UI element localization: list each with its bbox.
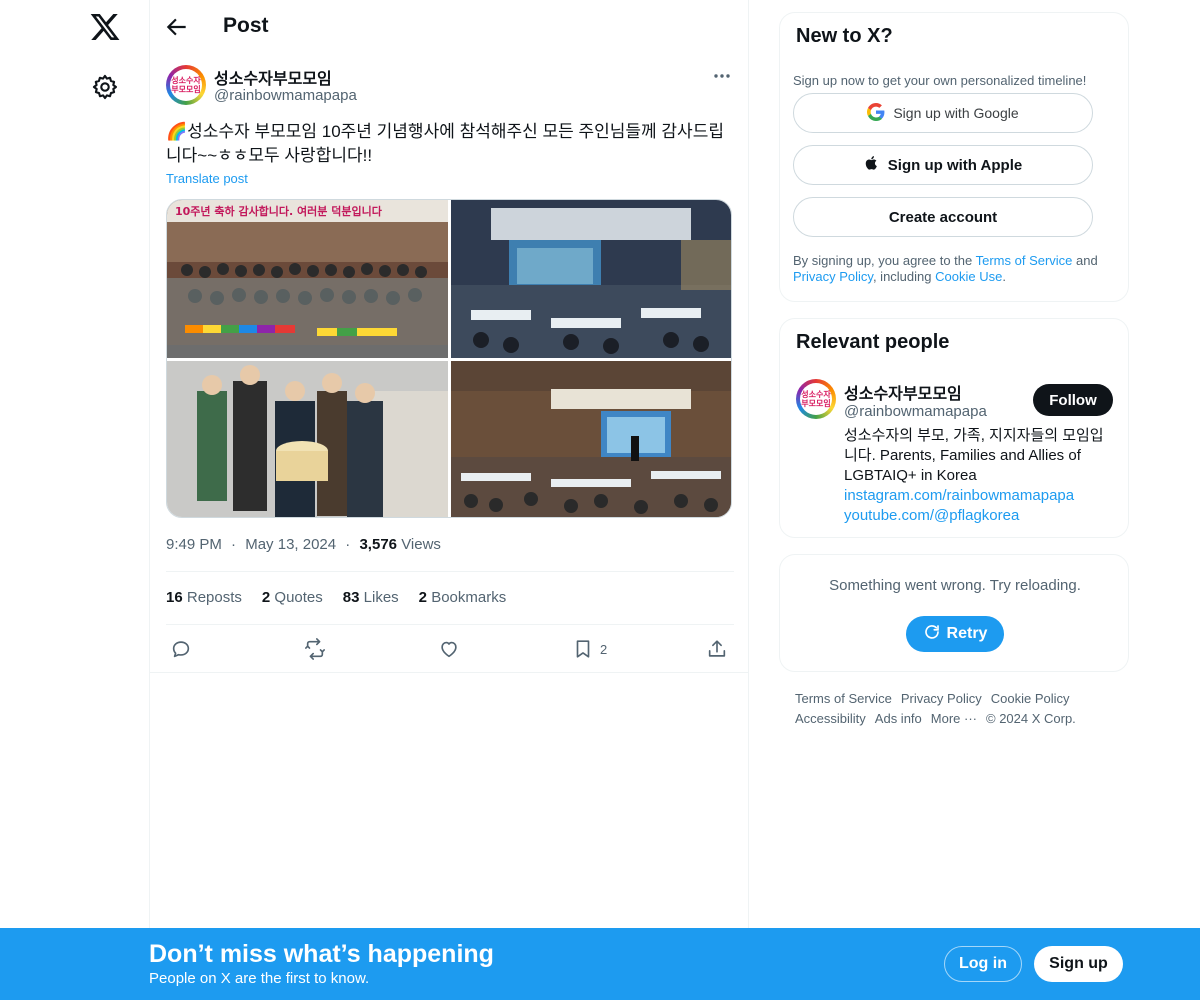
more-options-icon[interactable] — [710, 66, 734, 86]
gear-icon[interactable] — [91, 73, 119, 101]
signup-banner: Don’t miss what’s happening People on X … — [0, 928, 1200, 1000]
footer-ads-info[interactable]: Ads info — [875, 711, 922, 726]
views-label: Views — [401, 536, 441, 553]
person-name[interactable]: 성소수자부모모임 — [844, 380, 962, 404]
bookmarks-stat[interactable]: 2 Bookmarks — [419, 589, 507, 606]
signup-subtitle: Sign up now to get your own personalized… — [793, 73, 1087, 88]
avatar-text-line-1: 성소수자 — [801, 390, 831, 399]
avatar-text-line-2: 부모모임 — [801, 399, 831, 408]
footer-cookie[interactable]: Cookie Policy — [991, 691, 1070, 706]
footer-accessibility[interactable]: Accessibility — [795, 711, 866, 726]
banner-title: Don’t miss what’s happening — [149, 940, 494, 968]
refresh-icon — [923, 623, 941, 646]
views-count: 3,576 — [359, 536, 398, 553]
signup-title: New to X? — [796, 25, 893, 47]
arrow-left-icon[interactable] — [164, 14, 190, 40]
footer-terms[interactable]: Terms of Service — [795, 691, 892, 706]
avatar[interactable]: 성소수자 부모모임 — [166, 65, 206, 105]
post-actions: 2 — [166, 636, 734, 664]
translate-post-link[interactable]: Translate post — [166, 171, 248, 186]
create-account-button[interactable]: Create account — [793, 197, 1093, 237]
share-icon[interactable] — [706, 636, 728, 662]
page-title: Post — [223, 14, 269, 37]
signup-card: New to X? Sign up now to get your own pe… — [779, 12, 1129, 302]
like-icon[interactable] — [438, 636, 460, 662]
instagram-link[interactable]: instagram.com/rainbowmamapapa — [844, 486, 1114, 506]
login-button[interactable]: Log in — [944, 946, 1022, 982]
google-icon — [867, 102, 885, 124]
avatar[interactable]: 성소수자 부모모임 — [796, 379, 836, 419]
privacy-link[interactable]: Privacy Policy — [793, 269, 873, 284]
author-handle[interactable]: @rainbowmamapapa — [214, 87, 357, 104]
bookmark-count: 2 — [600, 641, 608, 657]
person-handle[interactable]: @rainbowmamapapa — [844, 403, 987, 420]
left-nav — [0, 0, 150, 1000]
cookie-link[interactable]: Cookie Use — [935, 269, 1002, 284]
divider — [150, 672, 748, 673]
avatar-text-line-1: 성소수자 — [171, 76, 201, 85]
media-grid: 10주년 축하 감사합니다. 여러분 덕분입니다 — [166, 199, 732, 518]
reply-icon[interactable] — [170, 636, 192, 662]
apple-signup-button[interactable]: Sign up with Apple — [793, 145, 1093, 185]
photo-banner-text: 10주년 축하 감사합니다. 여러분 덕분입니다 — [175, 204, 383, 218]
post-column: Post 성소수자 부모모임 성소수자부모모임 @rainbowmamapapa… — [149, 0, 749, 1000]
likes-stat[interactable]: 83 Likes — [343, 589, 399, 606]
footer-privacy[interactable]: Privacy Policy — [901, 691, 982, 706]
retry-label: Retry — [946, 625, 988, 642]
post-time[interactable]: 9:49 PM — [166, 536, 222, 553]
photo-cake[interactable] — [167, 361, 448, 517]
avatar-text-line-2: 부모모임 — [171, 85, 201, 94]
bookmark-icon[interactable]: 2 — [572, 636, 607, 662]
quotes-stat[interactable]: 2 Quotes — [262, 589, 323, 606]
retry-button[interactable]: Retry — [906, 616, 1004, 652]
footer-links: Terms of Service Privacy Policy Cookie Pol… — [795, 689, 1115, 729]
photo-hall[interactable] — [451, 200, 731, 358]
error-message: Something went wrong. Try reloading. — [829, 577, 1081, 594]
apple-icon — [864, 154, 880, 176]
youtube-link[interactable]: youtube.com/@pflagkorea — [844, 506, 1114, 526]
signup-button[interactable]: Sign up — [1034, 946, 1123, 982]
meta-separator: · — [345, 536, 351, 553]
google-signup-button[interactable]: Sign up with Google — [793, 93, 1093, 133]
google-signup-label: Sign up with Google — [893, 105, 1019, 121]
author-name[interactable]: 성소수자부모모임 — [214, 65, 332, 89]
post-text: 🌈성소수자 부모모임 10주년 기념행사에 참석해주신 모든 주인님들께 감사드… — [166, 122, 724, 165]
post-header: Post — [150, 0, 750, 54]
post-stats: 16 Reposts 2 Quotes 83 Likes 2 Bookmarks — [166, 589, 506, 606]
error-card: Something went wrong. Try reloading. Ret… — [779, 554, 1129, 672]
divider — [166, 571, 734, 572]
apple-signup-label: Sign up with Apple — [887, 156, 1023, 174]
bio-text: 성소수자의 부모, 가족, 지지자들의 모임입니다. Parents, Fami… — [844, 427, 1104, 484]
follow-button[interactable]: Follow — [1033, 384, 1113, 416]
terms-link[interactable]: Terms of Service — [976, 253, 1073, 268]
relevant-people-title: Relevant people — [796, 331, 950, 353]
photo-group[interactable]: 10주년 축하 감사합니다. 여러분 덕분입니다 — [167, 200, 448, 358]
person-bio: 성소수자의 부모, 가족, 지지자들의 모임입니다. Parents, Fami… — [844, 426, 1114, 526]
signup-legal: By signing up, you agree to the Terms of… — [793, 253, 1098, 284]
banner-subtitle: People on X are the first to know. — [149, 970, 370, 987]
photo-stage[interactable] — [451, 361, 731, 517]
post-date[interactable]: May 13, 2024 — [245, 536, 336, 553]
meta-separator: · — [231, 536, 237, 553]
relevant-people-card: Relevant people 성소수자 부모모임 성소수자부모모임 @rain… — [779, 318, 1129, 538]
divider — [166, 624, 734, 625]
post-meta: 9:49 PM · May 13, 2024 · 3,576 Views — [166, 536, 441, 553]
reposts-stat[interactable]: 16 Reposts — [166, 589, 242, 606]
repost-icon[interactable] — [303, 636, 327, 662]
footer-more[interactable]: More ··· — [931, 711, 977, 726]
x-logo-icon[interactable] — [89, 11, 121, 43]
footer-copyright: © 2024 X Corp. — [986, 711, 1076, 726]
